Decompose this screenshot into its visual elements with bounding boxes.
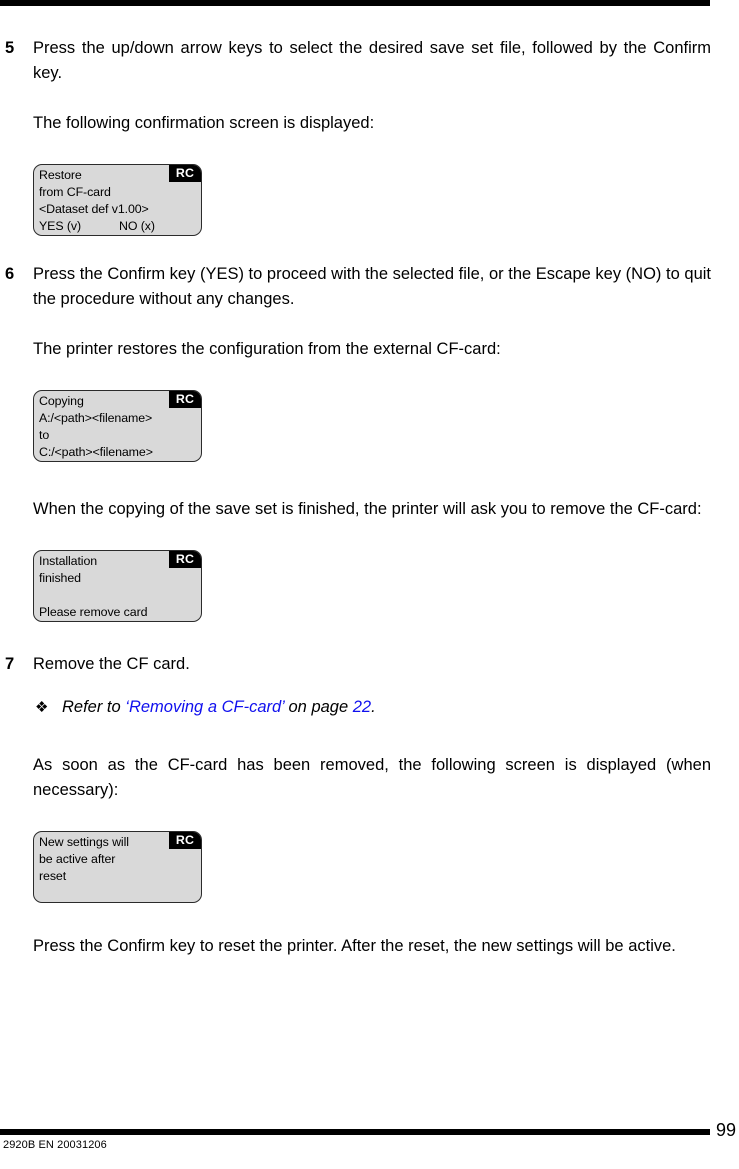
note-middle-text: on page: [283, 698, 353, 716]
lcd-yes-option: YES (v): [39, 219, 81, 233]
page-footer-rule: [0, 1129, 710, 1135]
step-5-number: 5: [5, 39, 15, 57]
paragraph-after-removal: As soon as the CF-card has been removed,…: [33, 755, 711, 799]
cross-reference-page[interactable]: 22: [353, 698, 371, 716]
step-6-number: 6: [5, 265, 15, 283]
lcd-line-3: [39, 587, 201, 604]
step-5-followup: The following confirmation screen is dis…: [33, 113, 375, 132]
step-5: 5 Press the up/down arrow keys to select…: [5, 36, 711, 86]
lcd-badge-rc: RC: [169, 165, 201, 182]
paragraph-after-copying: When the copying of the save set is fini…: [33, 499, 702, 518]
page-number: 99: [716, 1120, 737, 1140]
lcd-line-2: A:/<path><filename>: [39, 411, 153, 425]
note-tail-text: .: [371, 698, 376, 716]
note-lead-text: Refer to: [62, 698, 126, 716]
lcd-line-2: from CF-card: [39, 185, 111, 199]
lcd-line-2: finished: [39, 571, 81, 585]
lcd-line-4: YES (v) NO (x): [39, 218, 201, 235]
lcd-line-4: C:/<path><filename>: [39, 445, 153, 459]
lcd-badge-rc: RC: [169, 551, 201, 568]
lcd-line-4: [39, 885, 201, 902]
step-5-text: Press the up/down arrow keys to select t…: [33, 39, 711, 82]
paragraph-final: Press the Confirm key to reset the print…: [33, 936, 676, 955]
lcd-reset-required: RC New settings will be active after res…: [33, 831, 202, 903]
footer-document-code: 2920B EN 20031206: [3, 1139, 107, 1151]
lcd-line-3: reset: [39, 869, 67, 883]
step-7: 7 Remove the CF card.: [5, 652, 711, 677]
step-6-text: Press the Confirm key (YES) to proceed w…: [33, 265, 711, 308]
cross-reference-note: ❖ Refer to ‘Removing a CF-card’ on page 2…: [35, 695, 711, 720]
lcd-installation-finished: RC Installation finished Please remove c…: [33, 550, 202, 622]
lcd-line-2: be active after: [39, 852, 116, 866]
step-6-followup: The printer restores the configuration f…: [33, 339, 501, 358]
lcd-line-4: Please remove card: [39, 605, 148, 619]
lcd-restore-confirmation: RC Restore from CF-card <Dataset def v1.…: [33, 164, 202, 236]
lcd-no-option: NO (x): [118, 219, 155, 233]
step-7-number: 7: [5, 655, 15, 673]
lcd-line-3: <Dataset def v1.00>: [39, 202, 149, 216]
lcd-line-3: to: [39, 428, 50, 442]
step-7-text: Remove the CF card.: [33, 655, 190, 673]
page-body: 5 Press the up/down arrow keys to select…: [0, 6, 739, 975]
cross-reference-link[interactable]: ‘Removing a CF-card’: [125, 698, 284, 716]
step-6: 6 Press the Confirm key (YES) to proceed…: [5, 262, 711, 312]
lcd-badge-rc: RC: [169, 391, 201, 408]
lcd-copying-progress: RC Copying A:/<path><filename> to C:/<pa…: [33, 390, 202, 462]
lcd-badge-rc: RC: [169, 832, 201, 849]
diamond-bullet-icon: ❖: [35, 699, 49, 716]
